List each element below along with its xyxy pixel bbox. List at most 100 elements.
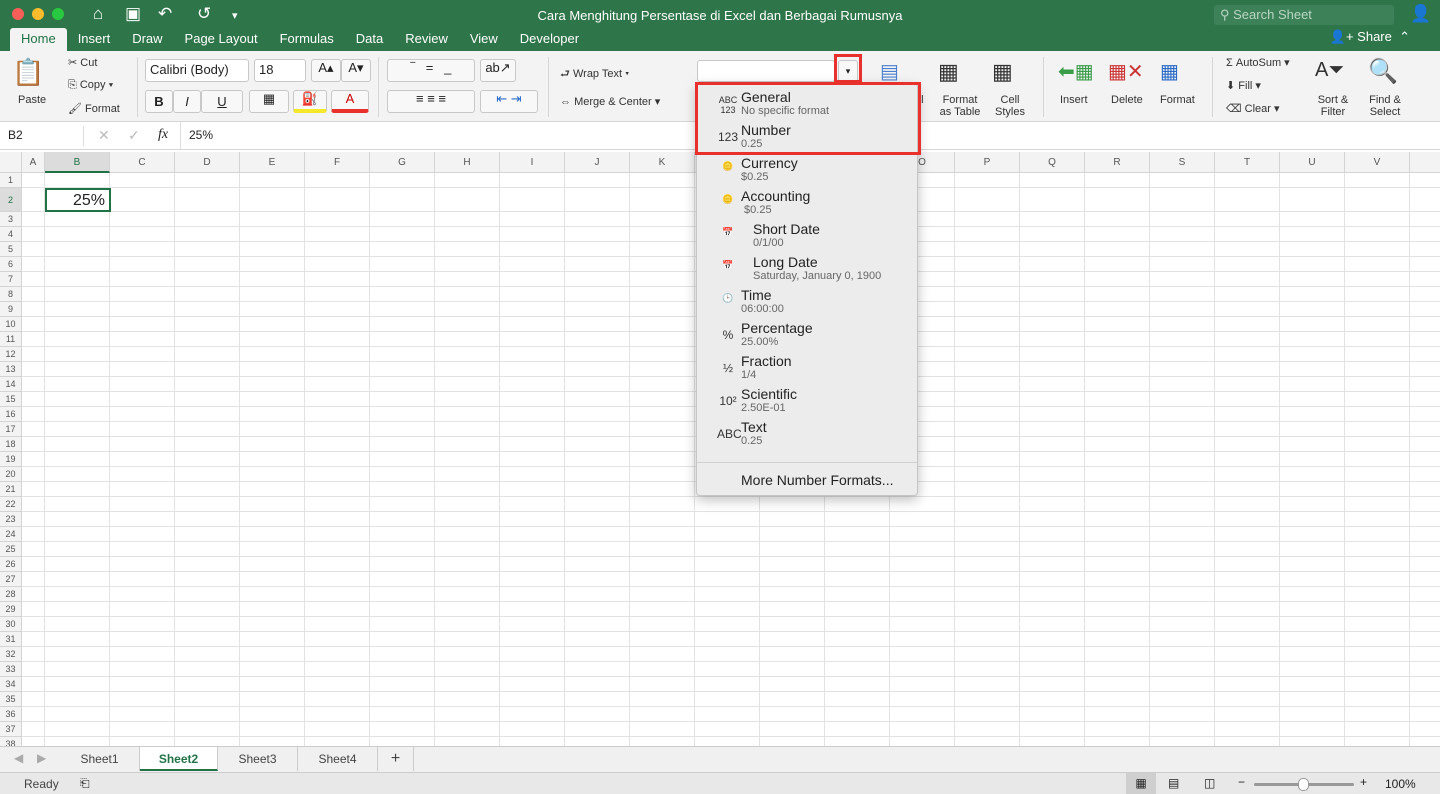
copy-button[interactable]: ⎘ Copy ▾: [68, 79, 113, 92]
row-header-6[interactable]: 6: [0, 257, 22, 272]
paste-icon[interactable]: 📋: [12, 57, 44, 88]
row-header-10[interactable]: 10: [0, 317, 22, 332]
merge-center-button[interactable]: ⇔ Merge & Center ▾: [560, 95, 660, 108]
tab-insert[interactable]: Insert: [67, 28, 122, 51]
format-item-time[interactable]: 🕒 Time 06:00:00: [697, 287, 917, 320]
row-header-11[interactable]: 11: [0, 332, 22, 347]
column-header-F[interactable]: F: [305, 152, 370, 173]
wrap-text-button[interactable]: ⮐ Wrap Text ▾: [560, 65, 629, 84]
number-format-select[interactable]: [697, 60, 835, 82]
paste-button[interactable]: Paste: [18, 94, 46, 106]
tab-view[interactable]: View: [459, 28, 509, 51]
row-header-14[interactable]: 14: [0, 377, 22, 392]
column-header-B[interactable]: B: [45, 152, 110, 173]
row-header-15[interactable]: 15: [0, 392, 22, 407]
delete-cells-icon[interactable]: ▦✕: [1108, 59, 1144, 84]
row-header-22[interactable]: 22: [0, 497, 22, 512]
column-header-G[interactable]: G: [370, 152, 435, 173]
cut-button[interactable]: ✂ Cut: [68, 56, 97, 69]
row-header-36[interactable]: 36: [0, 707, 22, 722]
format-item-short-date[interactable]: 📅 Short Date 0/1/00: [697, 221, 917, 254]
vertical-align-buttons[interactable]: ‾ = _: [387, 59, 475, 82]
format-item-fraction[interactable]: ½ Fraction 1/4: [697, 353, 917, 386]
search-sheet-input[interactable]: ⚲ Search Sheet: [1214, 5, 1394, 25]
column-header-D[interactable]: D: [175, 152, 240, 173]
insert-cells-icon[interactable]: ⬅▦: [1058, 59, 1094, 84]
find-select-button[interactable]: Find & Select: [1366, 94, 1404, 118]
selected-cell-B2[interactable]: 25%: [45, 188, 111, 212]
italic-button[interactable]: I: [173, 90, 201, 113]
row-header-21[interactable]: 21: [0, 482, 22, 497]
row-header-5[interactable]: 5: [0, 242, 22, 257]
column-header-S[interactable]: S: [1150, 152, 1215, 173]
zoom-slider-thumb[interactable]: [1298, 778, 1309, 791]
orientation-button[interactable]: ab↗: [480, 59, 516, 82]
column-header-V[interactable]: V: [1345, 152, 1410, 173]
column-header-H[interactable]: H: [435, 152, 500, 173]
row-header-32[interactable]: 32: [0, 647, 22, 662]
insert-function-button[interactable]: fx: [158, 127, 168, 143]
row-header-25[interactable]: 25: [0, 542, 22, 557]
row-header-9[interactable]: 9: [0, 302, 22, 317]
fill-button[interactable]: ⬇ Fill ▾: [1226, 79, 1261, 92]
tab-home[interactable]: Home: [10, 28, 67, 51]
row-header-2[interactable]: 2: [0, 188, 22, 212]
indent-buttons[interactable]: ⇤ ⇥: [480, 90, 538, 113]
format-item-long-date[interactable]: 📅 Long Date Saturday, January 0, 1900: [697, 254, 917, 287]
column-header-R[interactable]: R: [1085, 152, 1150, 173]
cell-styles-icon[interactable]: ▦: [992, 59, 1013, 85]
increase-font-button[interactable]: A▴: [311, 59, 341, 82]
row-header-1[interactable]: 1: [0, 173, 22, 188]
row-header-24[interactable]: 24: [0, 527, 22, 542]
font-size-select[interactable]: 18: [254, 59, 306, 82]
column-header-P[interactable]: P: [955, 152, 1020, 173]
share-button[interactable]: 👤+ Share ⌃: [1330, 29, 1410, 45]
name-box[interactable]: B2: [4, 126, 84, 146]
row-header-23[interactable]: 23: [0, 512, 22, 527]
row-header-4[interactable]: 4: [0, 227, 22, 242]
format-item-text[interactable]: ABC Text 0.25: [697, 419, 917, 452]
page-layout-view-icon[interactable]: ▤: [1168, 776, 1179, 790]
format-item-scientific[interactable]: 10² Scientific 2.50E-01: [697, 386, 917, 419]
row-header-19[interactable]: 19: [0, 452, 22, 467]
autosum-button[interactable]: Σ AutoSum ▾: [1226, 56, 1290, 69]
fill-color-button[interactable]: ⛽: [293, 90, 327, 113]
row-header-16[interactable]: 16: [0, 407, 22, 422]
column-header-E[interactable]: E: [240, 152, 305, 173]
zoom-slider[interactable]: [1254, 778, 1354, 791]
normal-view-icon[interactable]: ▦: [1126, 773, 1156, 794]
row-header-35[interactable]: 35: [0, 692, 22, 707]
tab-page-layout[interactable]: Page Layout: [174, 28, 269, 51]
column-header-A[interactable]: A: [22, 152, 45, 173]
sort-filter-icon[interactable]: A⏷: [1315, 59, 1344, 82]
row-header-33[interactable]: 33: [0, 662, 22, 677]
format-button[interactable]: Format: [1160, 94, 1195, 106]
decrease-font-button[interactable]: A▾: [341, 59, 371, 82]
row-header-38[interactable]: 38: [0, 737, 22, 746]
column-header-U[interactable]: U: [1280, 152, 1345, 173]
find-select-icon[interactable]: 🔍: [1368, 57, 1398, 86]
column-header-I[interactable]: I: [500, 152, 565, 173]
bold-button[interactable]: B: [145, 90, 173, 113]
sheet-tab-sheet2[interactable]: Sheet2: [140, 747, 218, 771]
sort-filter-button[interactable]: Sort & Filter: [1315, 94, 1351, 118]
tab-data[interactable]: Data: [345, 28, 394, 51]
more-number-formats-item[interactable]: More Number Formats...: [741, 472, 893, 488]
row-header-13[interactable]: 13: [0, 362, 22, 377]
row-header-3[interactable]: 3: [0, 212, 22, 227]
format-as-table-button[interactable]: Format as Table: [938, 94, 982, 118]
zoom-out-button[interactable]: −: [1238, 775, 1245, 789]
conditional-formatting-icon[interactable]: ▤: [880, 59, 899, 84]
sheet-tab-sheet1[interactable]: Sheet1: [60, 747, 140, 771]
tab-developer[interactable]: Developer: [509, 28, 590, 51]
borders-button[interactable]: ▦: [249, 90, 289, 113]
row-header-34[interactable]: 34: [0, 677, 22, 692]
clear-button[interactable]: ⌫ Clear ▾: [1226, 102, 1280, 115]
cancel-icon[interactable]: ✕: [98, 127, 110, 144]
format-cells-icon[interactable]: ▦: [1160, 59, 1179, 84]
zoom-in-button[interactable]: +: [1360, 775, 1367, 789]
row-header-30[interactable]: 30: [0, 617, 22, 632]
row-header-27[interactable]: 27: [0, 572, 22, 587]
macro-record-icon[interactable]: ⎗: [80, 776, 90, 791]
row-header-28[interactable]: 28: [0, 587, 22, 602]
